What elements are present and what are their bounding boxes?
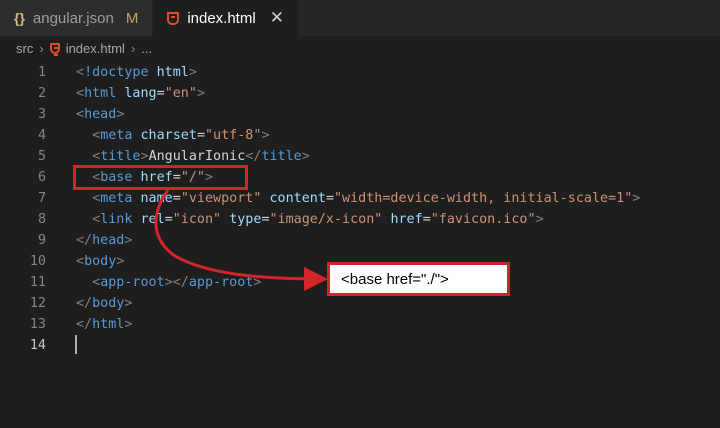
callout-box: <base href="./">	[327, 262, 510, 296]
callout-text: <base href="./">	[341, 270, 449, 288]
annotation-arrow	[154, 189, 328, 291]
